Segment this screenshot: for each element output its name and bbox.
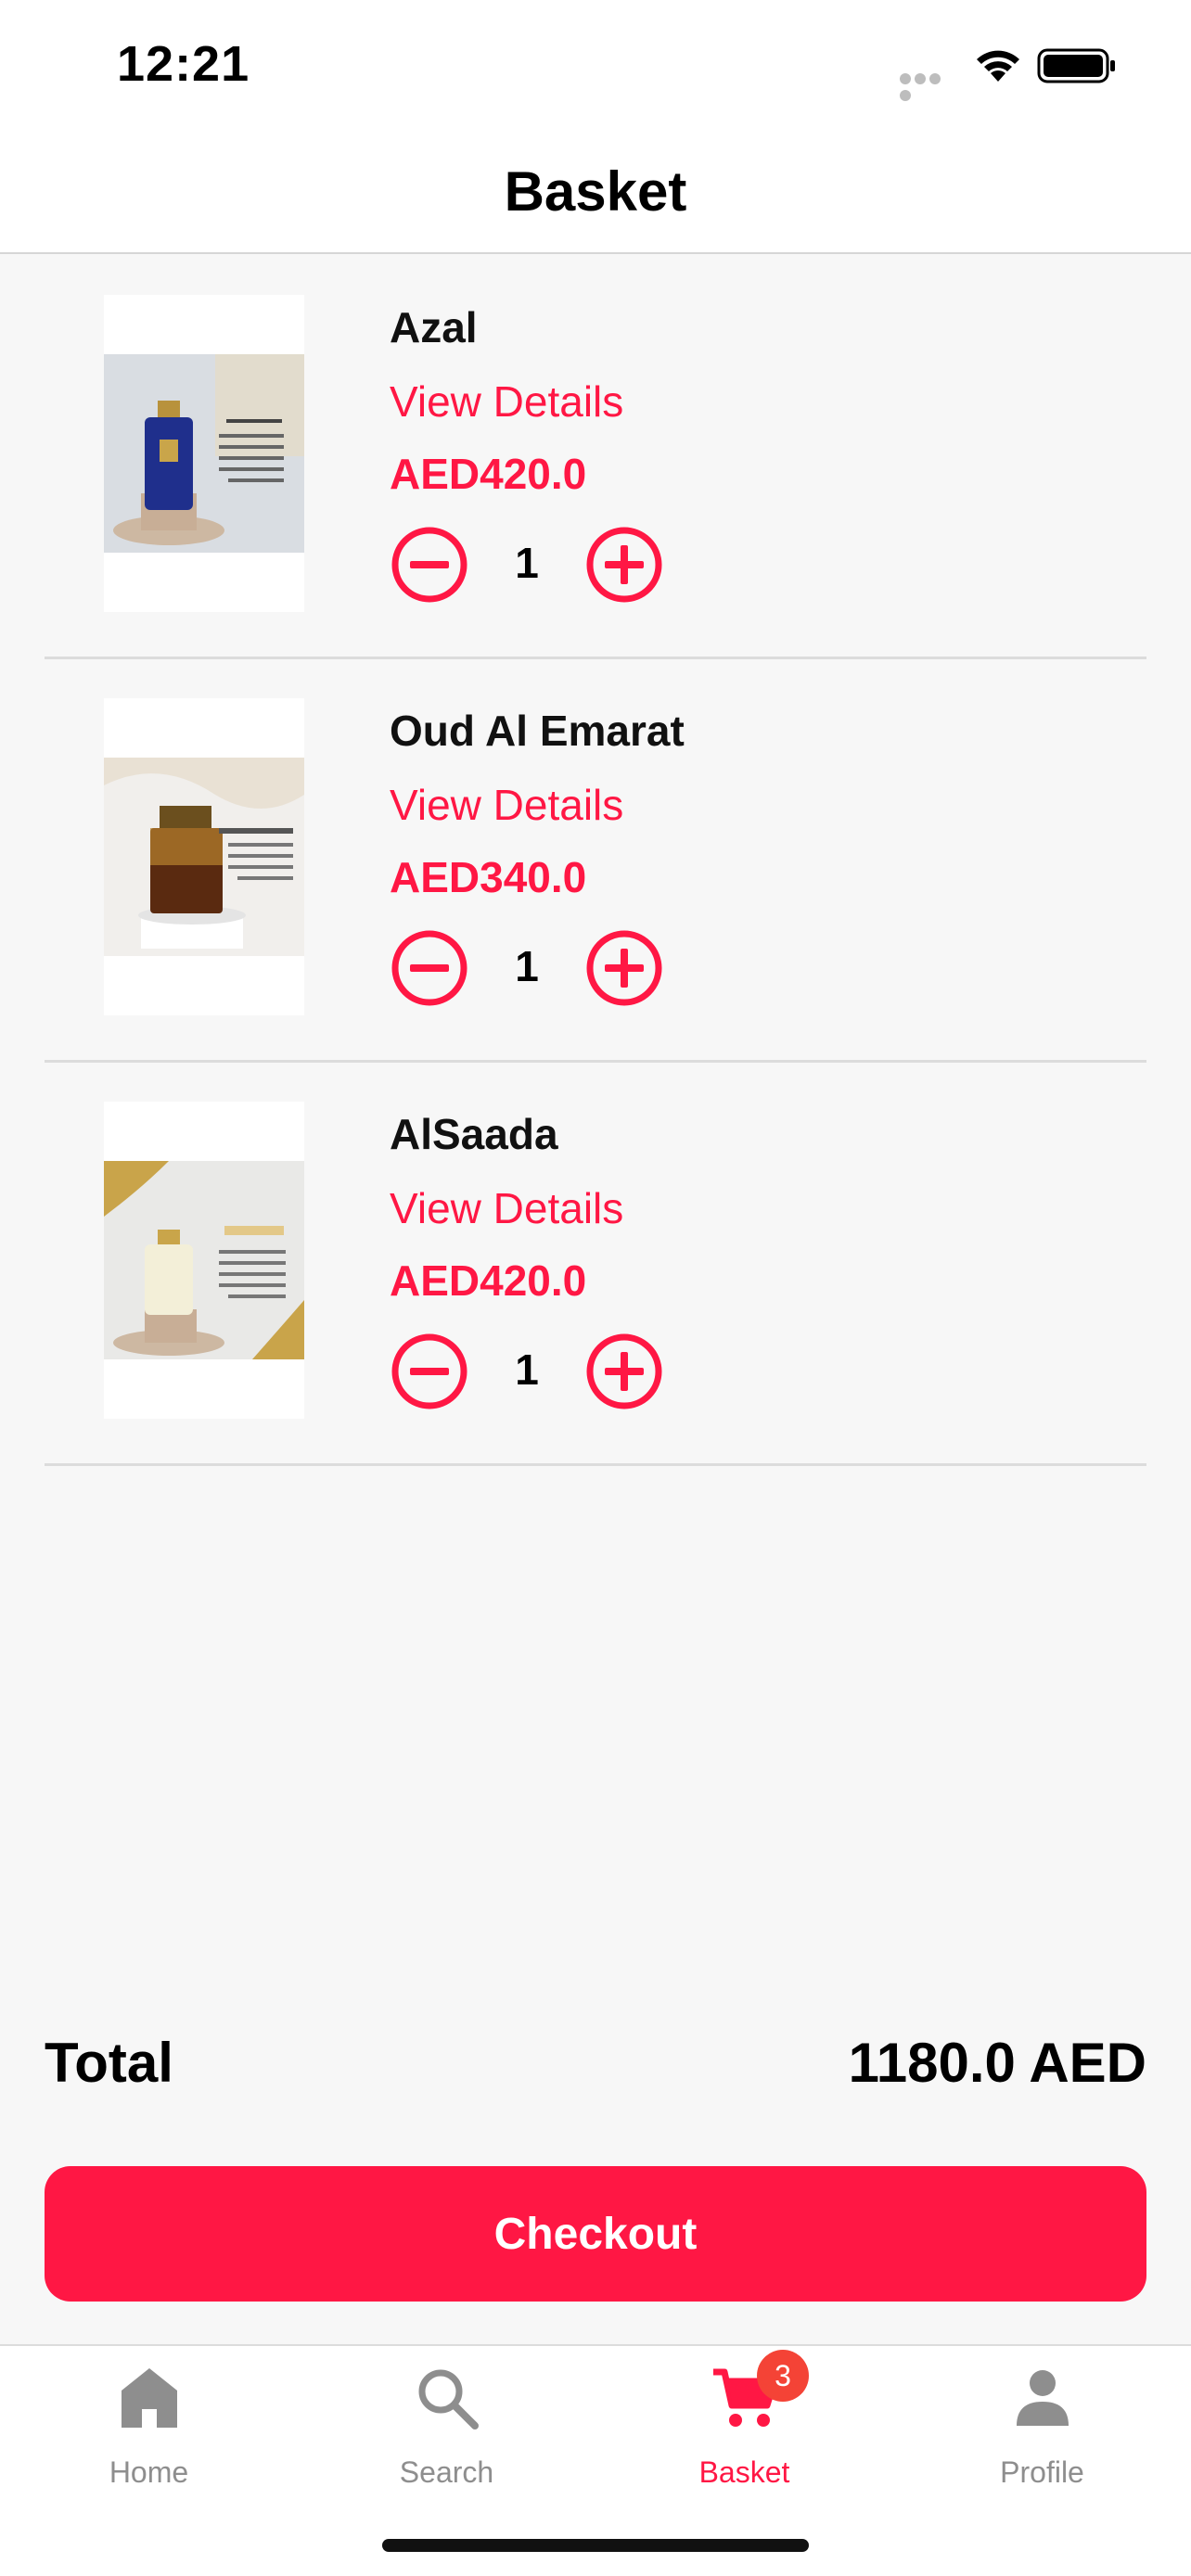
product-name: AlSaada: [390, 1110, 558, 1158]
product-price: AED420.0: [390, 1256, 587, 1305]
status-time: 12:21: [117, 36, 250, 92]
product-price: AED420.0: [390, 450, 587, 498]
quantity-value: 1: [515, 539, 539, 587]
quantity-stepper: 1: [390, 928, 686, 1008]
increase-quantity-button[interactable]: [584, 928, 664, 1008]
cart-item: Azal View Details AED420.0 1: [45, 256, 1146, 659]
increase-quantity-button[interactable]: [584, 1332, 664, 1411]
tab-search-label: Search: [399, 2455, 494, 2489]
tab-home[interactable]: Home: [0, 2346, 298, 2504]
tab-search[interactable]: Search: [298, 2346, 596, 2504]
total-value: 1180.0 AED: [848, 2032, 1146, 2094]
cart-list: Azal View Details AED420.0 1 Oud Al Emar…: [0, 256, 1191, 1466]
wifi-icon: [977, 50, 1019, 82]
decrease-quantity-button[interactable]: [390, 1332, 469, 1411]
profile-icon: [1016, 2370, 1069, 2426]
product-name: Oud Al Emarat: [390, 707, 685, 755]
tab-home-label: Home: [109, 2455, 189, 2489]
tab-profile-label: Profile: [1000, 2455, 1084, 2489]
cart-item: AlSaada View Details AED420.0 1: [45, 1063, 1146, 1466]
battery-icon: [1037, 48, 1115, 83]
status-bar: 12:21: [0, 0, 1191, 130]
product-image[interactable]: [104, 1102, 304, 1419]
oud-al-emarat-perfume-image: [104, 758, 304, 956]
quantity-value: 1: [515, 942, 539, 990]
azal-perfume-image: [104, 354, 304, 553]
quantity-value: 1: [515, 1345, 539, 1394]
view-details-link[interactable]: View Details: [390, 376, 623, 427]
decrease-quantity-button[interactable]: [390, 525, 469, 605]
cellular-signal-icon: [900, 72, 957, 101]
total-label: Total: [45, 2032, 173, 2094]
quantity-stepper: 1: [390, 525, 686, 605]
product-price: AED340.0: [390, 853, 587, 901]
cart-item: Oud Al Emarat View Details AED340.0 1: [45, 659, 1146, 1063]
view-details-link[interactable]: View Details: [390, 1183, 623, 1233]
tab-profile[interactable]: Profile: [893, 2346, 1191, 2504]
search-icon: [418, 2369, 479, 2429]
increase-quantity-button[interactable]: [584, 525, 664, 605]
tab-basket-label: Basket: [698, 2455, 790, 2489]
basket-count-badge: 3: [757, 2350, 809, 2402]
decrease-quantity-button[interactable]: [390, 928, 469, 1008]
navigation-bar: Basket: [0, 130, 1191, 254]
home-indicator: [382, 2539, 809, 2552]
product-image[interactable]: [104, 295, 304, 612]
product-name: Azal: [390, 303, 478, 351]
page-title: Basket: [504, 160, 687, 223]
tab-basket[interactable]: Basket: [596, 2346, 893, 2504]
home-icon: [121, 2368, 177, 2428]
view-details-link[interactable]: View Details: [390, 780, 623, 830]
checkout-button[interactable]: Checkout: [45, 2166, 1146, 2302]
quantity-stepper: 1: [390, 1332, 686, 1411]
alsaada-perfume-image: [104, 1161, 304, 1359]
product-image[interactable]: [104, 698, 304, 1015]
